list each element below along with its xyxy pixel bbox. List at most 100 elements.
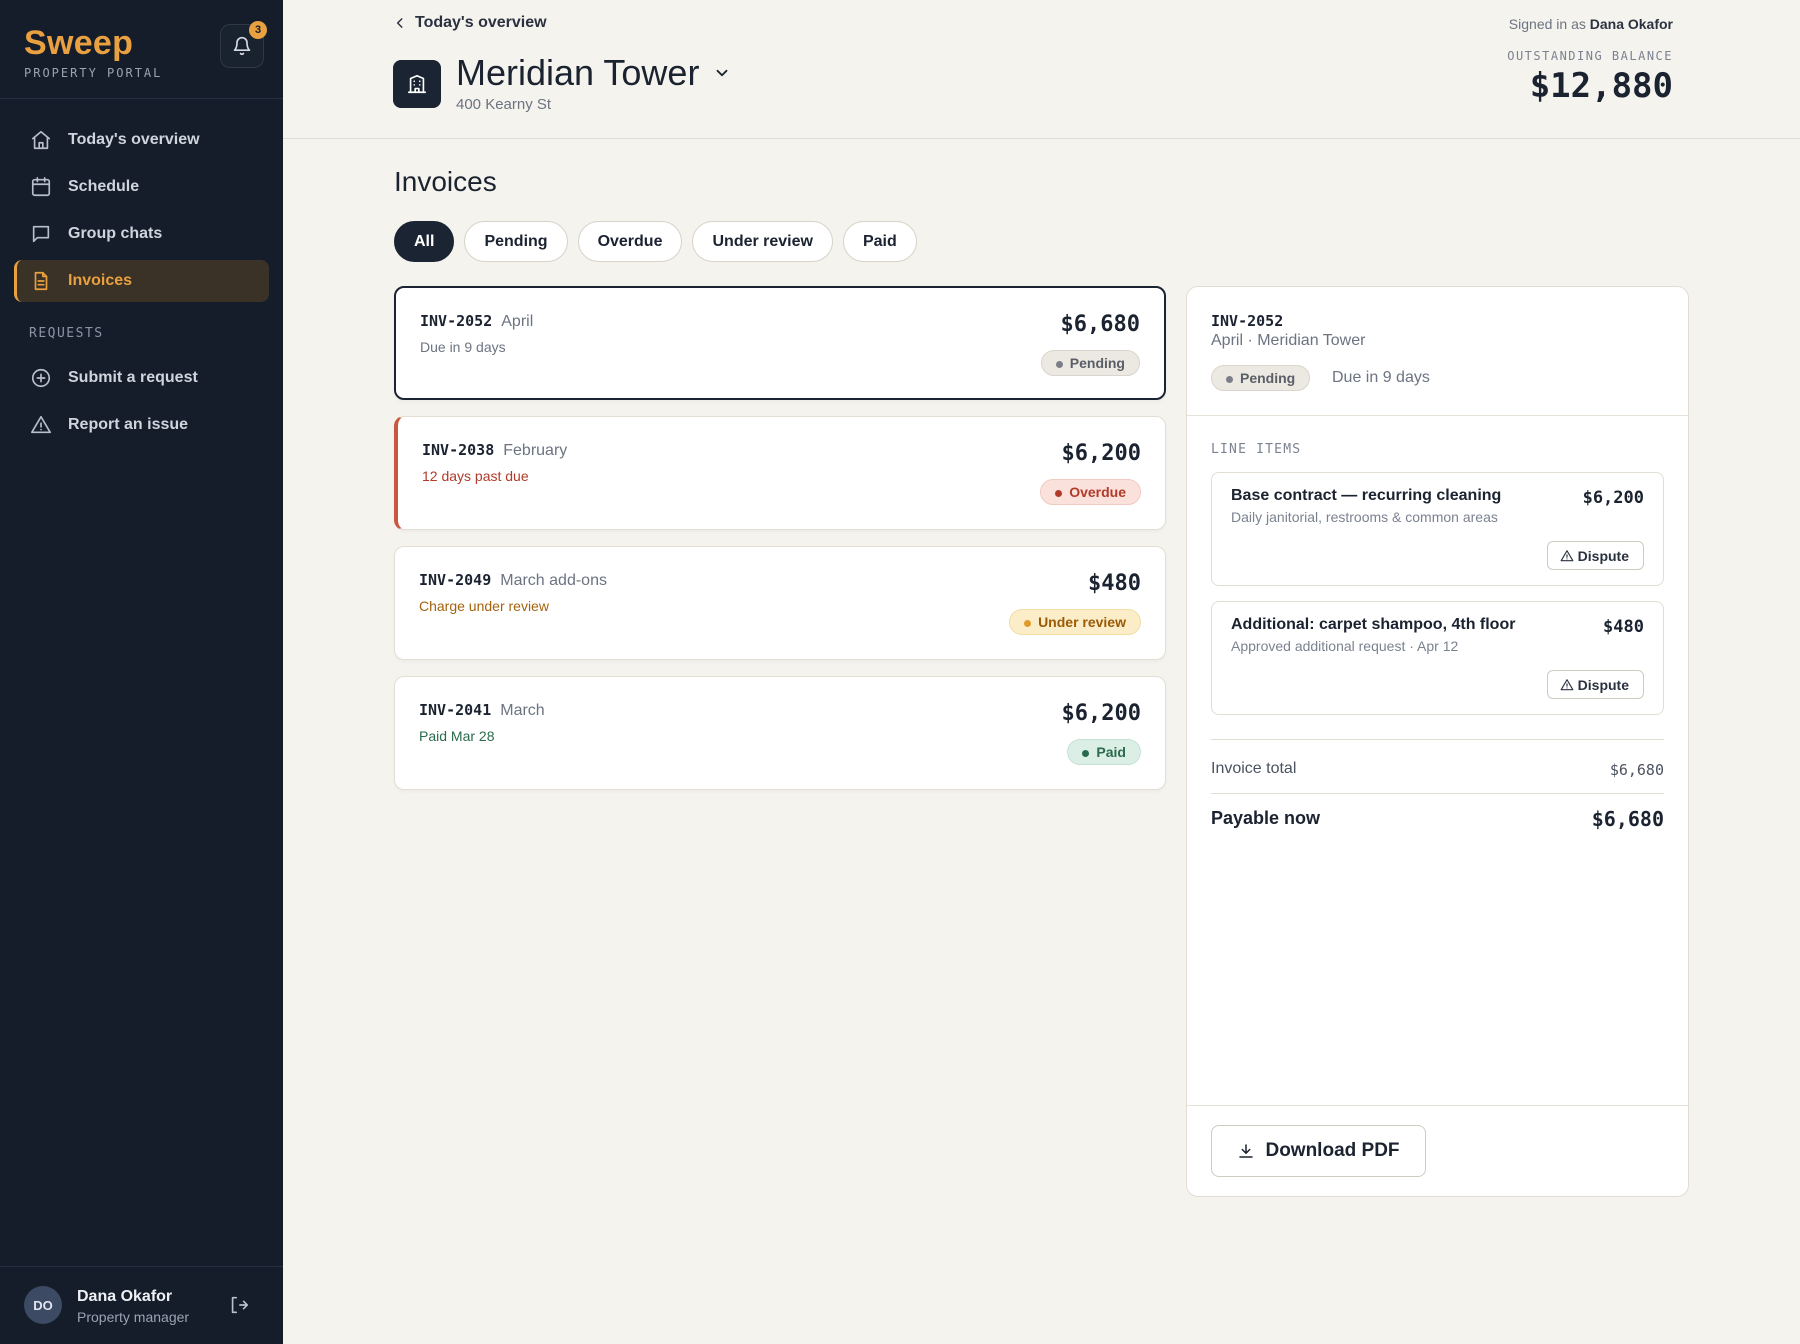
- signed-in-user: Dana Okafor: [1589, 16, 1673, 32]
- nav-item-submit-request[interactable]: Submit a request: [14, 357, 269, 399]
- back-link-label: Today's overview: [415, 14, 547, 31]
- avatar[interactable]: DO: [24, 1286, 62, 1324]
- status-badge: Under review: [1009, 609, 1141, 635]
- invoice-heading: INV-2049 March add-ons: [419, 571, 607, 590]
- filter-chip-paid[interactable]: Paid: [842, 221, 917, 262]
- invoice-card[interactable]: INV-2052 April Due in 9 days $6,680 Pend…: [394, 286, 1166, 400]
- invoice-card[interactable]: INV-2041 March Paid Mar 28 $6,200 Paid: [394, 676, 1166, 790]
- building-name: Meridian Tower: [456, 52, 700, 93]
- user-role: Property manager: [77, 1309, 190, 1325]
- nav-item-schedule[interactable]: Schedule: [14, 166, 269, 208]
- invoice-heading: INV-2038 February: [422, 441, 567, 460]
- chevron-down-icon: [717, 69, 728, 77]
- outstanding-balance-label: OUTSTANDING BALANCE: [1507, 49, 1673, 63]
- invoice-id: INV-2038: [422, 441, 495, 459]
- notification-count-badge: 3: [249, 21, 267, 39]
- back-link[interactable]: Today's overview: [393, 14, 547, 32]
- sidebar: Sweep PROPERTY PORTAL 3 Today's overview…: [0, 0, 283, 1344]
- invoice-amount: $6,200: [1061, 701, 1141, 726]
- building-icon: [393, 60, 441, 108]
- home-icon: [31, 130, 51, 150]
- sidebar-divider: [0, 98, 283, 99]
- line-item-title: Additional: carpet shampoo, 4th floor: [1231, 616, 1516, 633]
- page-title: Invoices: [394, 166, 497, 197]
- nav-item-invoices[interactable]: Invoices: [14, 260, 269, 302]
- sidebar-footer-divider: [0, 1266, 283, 1267]
- requests-heading: REQUESTS: [29, 326, 104, 341]
- nav-label: Invoices: [68, 272, 133, 289]
- brand-name: Sweep: [24, 24, 134, 62]
- warning-icon: [1560, 549, 1574, 561]
- warning-icon: [1560, 678, 1574, 690]
- nav-label: Submit a request: [68, 369, 198, 386]
- invoice-total-label: Invoice total: [1211, 760, 1297, 777]
- main-nav: Today's overview Schedule Group chats In…: [14, 119, 269, 307]
- dispute-button[interactable]: Dispute: [1546, 541, 1644, 570]
- detail-status-badge: Pending: [1211, 365, 1311, 391]
- download-pdf-button[interactable]: Download PDF: [1211, 1125, 1426, 1177]
- invoice-heading: INV-2052 April: [420, 312, 533, 331]
- chat-icon: [32, 225, 50, 243]
- calendar-icon: [31, 177, 51, 197]
- nav-label: Report an issue: [68, 416, 189, 433]
- invoice-month: March: [500, 702, 545, 719]
- invoice-total-value: $6,680: [1609, 761, 1664, 779]
- divider: [1211, 793, 1664, 794]
- download-pdf-label: Download PDF: [1265, 1140, 1400, 1161]
- invoice-id: INV-2052: [420, 312, 493, 330]
- brand[interactable]: Sweep PROPERTY PORTAL: [24, 24, 162, 80]
- invoice-card[interactable]: INV-2038 February 12 days past due $6,20…: [394, 416, 1166, 530]
- plus-circle-icon: [31, 368, 51, 388]
- payable-now-label: Payable now: [1211, 808, 1321, 828]
- logout-button[interactable]: [228, 1294, 250, 1321]
- invoice-subtext: Due in 9 days: [420, 339, 506, 355]
- logout-icon: [231, 1296, 249, 1314]
- divider: [1187, 1105, 1688, 1106]
- status-badge: Paid: [1067, 739, 1141, 765]
- invoice-month: March add-ons: [500, 572, 607, 589]
- building-selector[interactable]: Meridian Tower: [456, 52, 731, 94]
- nav-item-report-issue[interactable]: Report an issue: [14, 404, 269, 446]
- user-name: Dana Okafor: [77, 1288, 173, 1305]
- signed-in-info: Signed in as Dana Okafor: [1509, 16, 1673, 32]
- invoice-subtext: Paid Mar 28: [419, 728, 495, 744]
- status-badge: Overdue: [1040, 479, 1141, 505]
- filter-chip-under-review[interactable]: Under review: [692, 221, 833, 262]
- payable-now-value: $6,680: [1591, 807, 1664, 831]
- line-item-description: Daily janitorial, restrooms & common are…: [1231, 509, 1498, 525]
- invoice-list: INV-2052 April Due in 9 days $6,680 Pend…: [394, 286, 1166, 806]
- status-badge: Pending: [1040, 350, 1140, 376]
- filter-chip-all[interactable]: All: [394, 221, 455, 262]
- invoice-heading: INV-2041 March: [419, 701, 545, 720]
- invoice-card[interactable]: INV-2049 March add-ons Charge under revi…: [394, 546, 1166, 660]
- detail-subtitle: April · Meridian Tower: [1211, 332, 1366, 349]
- nav-label: Group chats: [68, 225, 163, 242]
- invoice-amount: $480: [1088, 571, 1141, 596]
- filter-chip-pending[interactable]: Pending: [464, 221, 568, 262]
- chevron-left-icon: [396, 18, 403, 28]
- line-item-description: Approved additional request · Apr 12: [1231, 638, 1459, 654]
- dispute-label: Dispute: [1577, 676, 1629, 693]
- requests-nav: Submit a request Report an issue: [14, 357, 269, 451]
- nav-label: Schedule: [68, 178, 140, 195]
- divider: [1211, 739, 1664, 740]
- invoice-detail-panel: INV-2052 April · Meridian Tower Pending …: [1186, 286, 1689, 1197]
- invoice-subtext: 12 days past due: [422, 468, 529, 484]
- bell-icon: [233, 36, 251, 56]
- invoice-amount: $6,200: [1061, 441, 1141, 466]
- signed-in-prefix: Signed in as: [1508, 16, 1586, 32]
- dispute-button[interactable]: Dispute: [1546, 670, 1644, 699]
- document-icon: [34, 271, 48, 291]
- line-item-amount: $480: [1603, 617, 1644, 637]
- nav-item-todays-overview[interactable]: Today's overview: [14, 119, 269, 161]
- filter-chip-overdue[interactable]: Overdue: [577, 221, 683, 262]
- line-item: Additional: carpet shampoo, 4th floor Ap…: [1211, 601, 1664, 715]
- divider: [1187, 415, 1688, 416]
- invoice-id: INV-2049: [419, 571, 492, 589]
- detail-invoice-id: INV-2052: [1211, 312, 1284, 330]
- line-item: Base contract — recurring cleaning Daily…: [1211, 472, 1664, 586]
- notifications-button[interactable]: 3: [220, 21, 267, 68]
- download-icon: [1239, 1144, 1254, 1158]
- nav-item-group-chats[interactable]: Group chats: [14, 213, 269, 255]
- line-item-amount: $6,200: [1582, 488, 1644, 508]
